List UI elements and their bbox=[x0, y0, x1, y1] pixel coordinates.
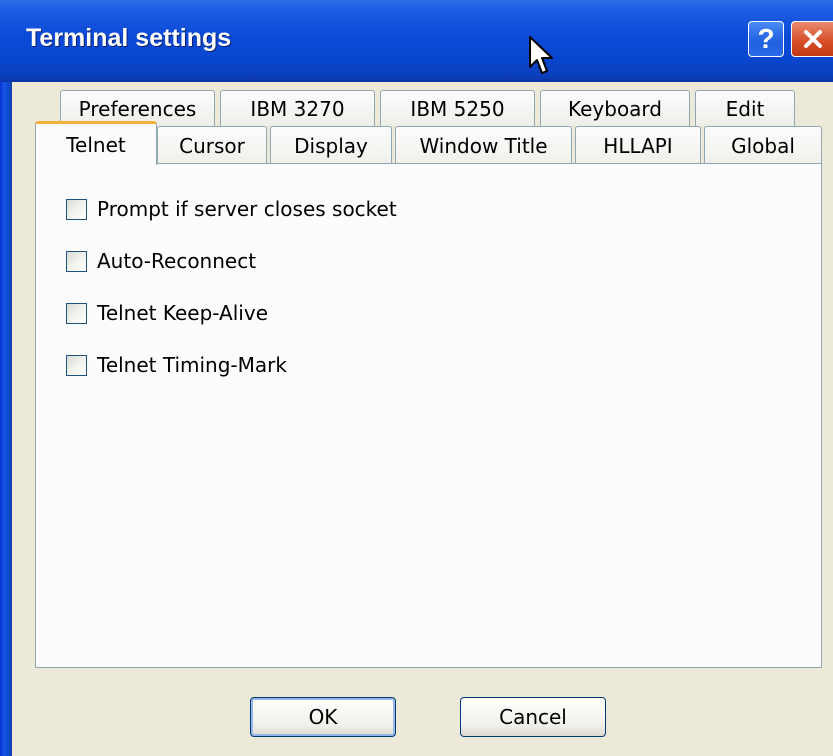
tab-label: Cursor bbox=[179, 133, 245, 158]
tab-label: Window Title bbox=[419, 133, 548, 158]
tab-label: IBM 5250 bbox=[410, 96, 505, 121]
auto-reconnect-checkbox[interactable] bbox=[66, 250, 87, 272]
tab-window-title[interactable]: Window Title bbox=[395, 126, 572, 164]
ok-button[interactable]: OK bbox=[250, 697, 396, 737]
checkbox-label: Auto-Reconnect bbox=[97, 249, 257, 273]
tab-hllapi[interactable]: HLLAPI bbox=[575, 126, 701, 164]
tab-ibm-5250[interactable]: IBM 5250 bbox=[380, 90, 535, 126]
mouse-pointer-icon bbox=[529, 36, 553, 74]
help-button[interactable]: ? bbox=[748, 21, 784, 57]
tab-telnet[interactable]: Telnet bbox=[35, 121, 157, 165]
terminal-settings-dialog: Terminal settings ? Preferences IBM 3270… bbox=[0, 0, 833, 756]
tab-label: Global bbox=[731, 133, 795, 158]
window-title: Terminal settings bbox=[26, 24, 232, 52]
checkbox-label: Prompt if server closes socket bbox=[97, 197, 397, 221]
tab-label: Display bbox=[294, 133, 368, 158]
tab-ibm-3270[interactable]: IBM 3270 bbox=[220, 90, 375, 126]
auto-reconnect-option[interactable]: Auto-Reconnect bbox=[66, 249, 256, 273]
tab-label: Keyboard bbox=[567, 96, 662, 121]
tab-label: IBM 3270 bbox=[250, 96, 345, 121]
tab-cursor[interactable]: Cursor bbox=[157, 126, 267, 164]
tab-label: Edit bbox=[725, 96, 765, 121]
checkbox-label: Telnet Timing-Mark bbox=[97, 353, 287, 377]
help-icon: ? bbox=[757, 23, 775, 54]
window-frame-left bbox=[0, 0, 12, 756]
ok-button-label: OK bbox=[308, 705, 338, 729]
telnet-tab-panel: Prompt if server closes socket Auto-Reco… bbox=[35, 163, 822, 668]
telnet-timing-mark-option[interactable]: Telnet Timing-Mark bbox=[66, 353, 287, 377]
prompt-if-server-closes-socket-option[interactable]: Prompt if server closes socket bbox=[66, 197, 397, 221]
title-bar[interactable]: Terminal settings ? bbox=[0, 0, 833, 82]
cancel-button-label: Cancel bbox=[499, 705, 567, 729]
tab-keyboard[interactable]: Keyboard bbox=[540, 90, 690, 126]
tab-global[interactable]: Global bbox=[704, 126, 822, 164]
tab-label: HLLAPI bbox=[603, 133, 673, 158]
telnet-timing-mark-checkbox[interactable] bbox=[66, 354, 87, 376]
checkbox-label: Telnet Keep-Alive bbox=[97, 301, 268, 325]
tab-display[interactable]: Display bbox=[270, 126, 392, 164]
cancel-button[interactable]: Cancel bbox=[460, 697, 606, 737]
close-button[interactable] bbox=[791, 21, 833, 57]
tab-label: Telnet bbox=[66, 132, 126, 157]
tab-label: Preferences bbox=[78, 96, 197, 121]
telnet-keep-alive-option[interactable]: Telnet Keep-Alive bbox=[66, 301, 268, 325]
prompt-if-server-closes-socket-checkbox[interactable] bbox=[66, 198, 87, 220]
telnet-keep-alive-checkbox[interactable] bbox=[66, 302, 87, 324]
tab-edit[interactable]: Edit bbox=[695, 90, 795, 126]
close-icon bbox=[803, 30, 822, 48]
